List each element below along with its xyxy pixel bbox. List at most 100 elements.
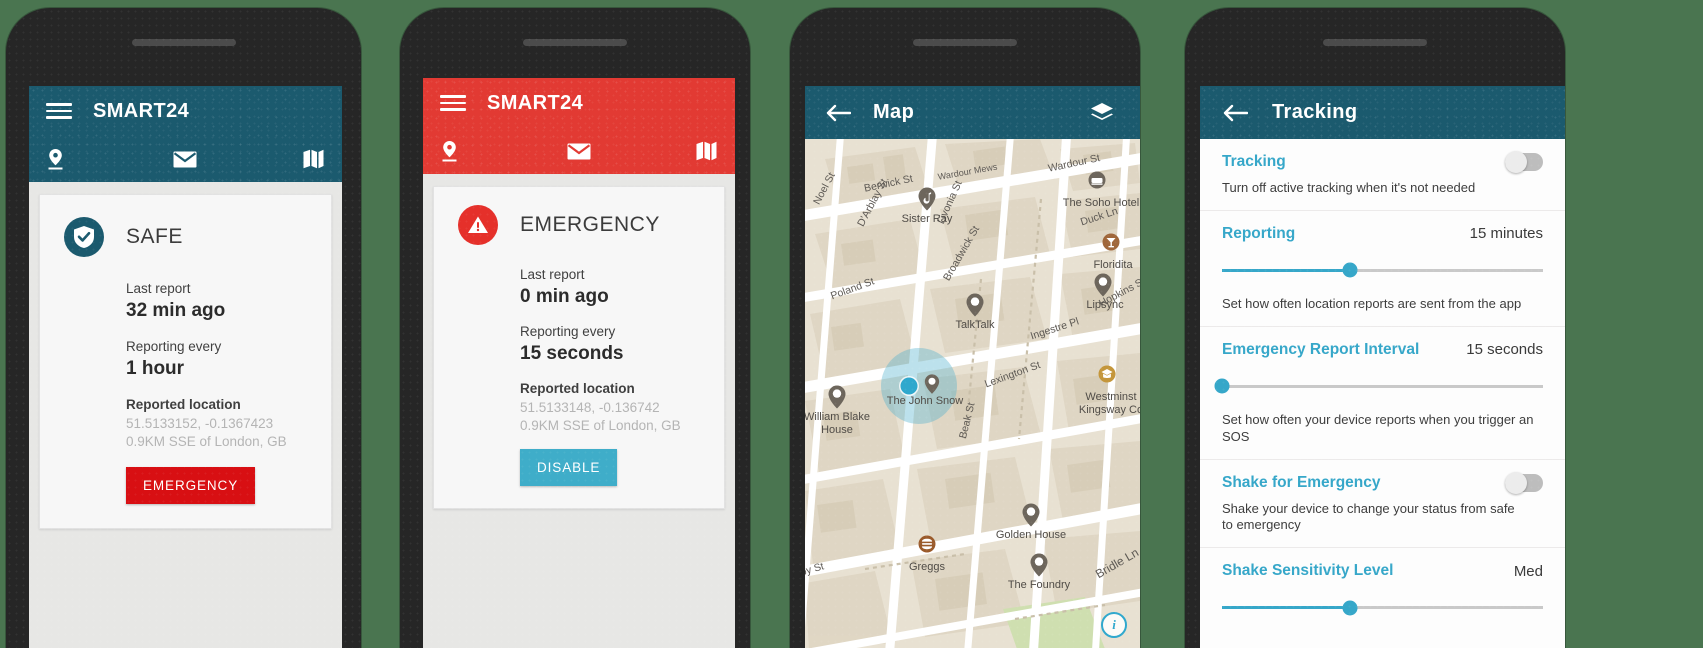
place-label: Westminst Kingsway Co [1078, 391, 1140, 417]
earpiece-speaker [523, 39, 627, 46]
emergency-interval-slider[interactable] [1214, 378, 1543, 394]
setting-value: Med [1513, 562, 1543, 580]
phone-frame-2: SMART24 EMERGENCY Last report 0 min ago … [400, 8, 750, 648]
phone-frame-4: Tracking Tracking Turn off active tracki… [1185, 8, 1565, 648]
tab-location[interactable] [441, 140, 533, 162]
warning-triangle-icon [458, 205, 498, 245]
pin-icon[interactable] [966, 293, 985, 317]
tab-messages[interactable] [139, 151, 231, 168]
reporting-slider[interactable] [1222, 262, 1543, 278]
reported-coordinates: 51.5133148, -0.136742 [520, 400, 660, 415]
reporting-label: Reporting every [520, 324, 616, 339]
last-report-label: Last report [520, 267, 585, 282]
reported-coordinates: 51.5133152, -0.1367423 [126, 416, 274, 431]
phone-screen-2: SMART24 EMERGENCY Last report 0 min ago … [423, 78, 735, 648]
map-icon [303, 149, 324, 169]
earpiece-speaker [1323, 39, 1427, 46]
place-label: Floridita [1093, 259, 1133, 271]
layers-icon[interactable] [1090, 102, 1114, 124]
reporting-value: 1 hour [126, 358, 185, 379]
phone-screen-4: Tracking Tracking Turn off active tracki… [1200, 86, 1565, 648]
disable-button[interactable]: DISABLE [520, 449, 618, 487]
emergency-button[interactable]: EMERGENCY [126, 467, 256, 505]
earpiece-speaker [131, 39, 236, 46]
reported-location-label: Reported location [126, 397, 241, 412]
place-label: The Foundry [1007, 579, 1071, 591]
map-icon [696, 141, 717, 161]
setting-value: 15 seconds [1466, 341, 1543, 359]
pin-icon[interactable] [1022, 503, 1041, 527]
phone-frame-3: Map Noel St Berwick St Wardour Mews Ward… [790, 8, 1140, 648]
setting-title: Shake Sensitivity Level [1222, 562, 1394, 580]
status-label: SAFE [126, 225, 183, 248]
phone-screen-3: Map Noel St Berwick St Wardour Mews Ward… [805, 86, 1140, 648]
tab-messages[interactable] [533, 143, 625, 160]
hamburger-icon[interactable] [440, 95, 466, 111]
screenshot-stage: SMART24 SAFE Last report 32 min ago Repo… [0, 0, 1703, 648]
current-position-label: The John Snow [886, 395, 964, 407]
reported-place: 0.9KM SSE of London, GB [520, 418, 681, 434]
app-bar-2: SMART24 [423, 78, 735, 174]
map-canvas[interactable]: Noel St Berwick St Wardour Mews Wardour … [805, 139, 1140, 648]
page-title: Map [873, 101, 915, 123]
music-icon[interactable] [918, 187, 937, 211]
info-icon[interactable]: i [1101, 612, 1127, 638]
tab-bar-2 [423, 128, 735, 174]
tab-bar-1 [29, 136, 342, 182]
setting-title: Reporting [1222, 224, 1296, 242]
app-title: SMART24 [487, 91, 584, 114]
setting-row-emergency-interval[interactable]: Emergency Report Interval 15 seconds Set… [1200, 327, 1565, 460]
pin-icon[interactable] [828, 385, 847, 409]
tab-map[interactable] [232, 149, 324, 169]
earpiece-speaker [913, 39, 1017, 46]
pin-icon[interactable] [1030, 553, 1049, 577]
arrow-left-icon[interactable] [825, 104, 851, 122]
setting-description: Set how often location reports are sent … [1222, 295, 1522, 311]
envelope-icon [173, 151, 197, 167]
last-report-label: Last report [126, 281, 191, 296]
reported-location-label: Reported location [520, 381, 635, 396]
setting-description: Shake your device to change your status … [1222, 500, 1515, 533]
status-card-header: SAFE [64, 217, 307, 257]
shake-for-emergency-toggle[interactable] [1505, 471, 1543, 494]
tracking-toggle[interactable] [1505, 151, 1543, 173]
tab-location[interactable] [47, 148, 139, 170]
place-label: Greggs [908, 561, 946, 573]
shake-sensitivity-slider[interactable] [1222, 600, 1543, 616]
pin-icon[interactable] [1094, 273, 1113, 297]
setting-title: Tracking [1222, 153, 1286, 170]
envelope-icon [567, 143, 591, 159]
setting-row-tracking[interactable]: Tracking Turn off active tracking when i… [1200, 139, 1565, 211]
app-title: SMART24 [93, 99, 190, 122]
school-icon[interactable] [1098, 365, 1117, 389]
setting-row-shake-for-emergency[interactable]: Shake for Emergency Shake your device to… [1200, 460, 1565, 549]
place-label: TalkTalk [955, 319, 995, 331]
reporting-value: 15 seconds [520, 343, 624, 364]
bed-icon[interactable] [1088, 171, 1107, 195]
setting-row-shake-sensitivity[interactable]: Shake Sensitivity Level Med [1200, 548, 1565, 622]
location-pin-icon [442, 141, 457, 162]
place-label: Lipsync [1086, 299, 1124, 311]
place-label: Sister Ray [901, 213, 953, 225]
pin-icon[interactable] [924, 374, 940, 394]
page-title: Tracking [1272, 101, 1358, 123]
app-bar-4: Tracking [1200, 86, 1565, 139]
setting-description: Turn off active tracking when it's not n… [1222, 180, 1476, 195]
tab-map[interactable] [625, 141, 717, 161]
location-pin-icon [48, 149, 63, 170]
place-label: The Soho Hotel [1062, 197, 1140, 209]
status-card-header: EMERGENCY [458, 205, 700, 245]
status-card-safe: SAFE Last report 32 min ago Reporting ev… [39, 194, 332, 530]
food-icon[interactable] [918, 535, 937, 559]
last-report-value: 32 min ago [126, 300, 226, 321]
tracking-settings-list: Tracking Turn off active tracking when i… [1200, 139, 1565, 648]
setting-title: Emergency Report Interval [1222, 340, 1420, 358]
bar-icon[interactable] [1102, 233, 1121, 257]
setting-row-reporting[interactable]: Reporting 15 minutes Set how often locat… [1200, 211, 1565, 327]
hamburger-icon[interactable] [46, 103, 72, 119]
reporting-label: Reporting every [126, 339, 222, 354]
last-report-value: 0 min ago [520, 286, 609, 307]
arrow-left-icon[interactable] [1222, 104, 1248, 122]
phone-frame-1: SMART24 SAFE Last report 32 min ago Repo… [6, 8, 361, 648]
setting-value: 15 minutes [1469, 225, 1543, 243]
